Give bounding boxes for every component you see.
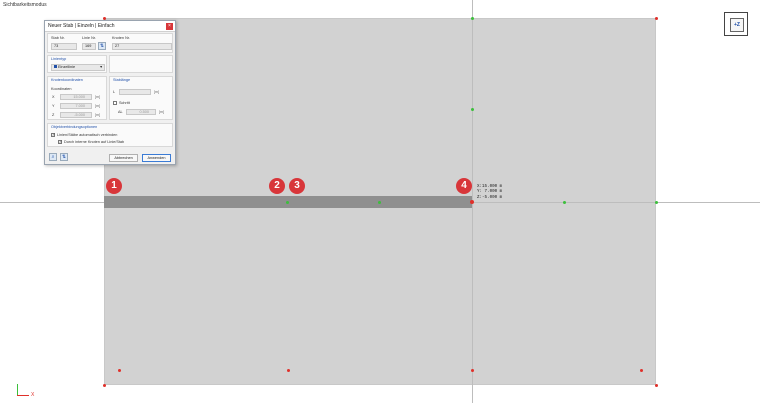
length-unit: [m] (154, 90, 159, 94)
marker-4: 4 (456, 178, 472, 194)
node[interactable] (286, 201, 289, 204)
node[interactable] (287, 369, 290, 372)
marker-1: 1 (106, 178, 122, 194)
node[interactable] (655, 17, 658, 20)
schritt-checkbox[interactable] (113, 101, 117, 105)
dialog-titlebar[interactable]: Neuer Stab | Einzeln | Einfach × (45, 21, 175, 32)
node[interactable] (563, 201, 566, 204)
delta-field[interactable]: 0.500 (126, 109, 156, 115)
delta-unit: [m] (159, 110, 164, 114)
coord-x-axis-label: X (52, 95, 55, 99)
linientyp-select[interactable]: Einzellinie ▾ (51, 64, 105, 71)
cancel-button[interactable]: Abbrechen (109, 154, 138, 162)
view-cube-face-z[interactable]: +Z (730, 18, 744, 32)
node[interactable] (103, 384, 106, 387)
linie-nr-field[interactable]: 169 (82, 43, 96, 50)
marker-3: 3 (289, 178, 305, 194)
auto-connect-checkbox[interactable] (51, 132, 55, 137)
auto-connect-label: Linien/Stäbe automatisch verbinden (57, 133, 118, 137)
internal-nodes-checkbox[interactable] (58, 139, 62, 144)
coord-x-unit: [m] (95, 95, 100, 99)
coord-y-field[interactable]: 7.000 (60, 103, 92, 109)
numbers-group: Stab Nr. 73 Linie Nr. 169 ⇅ Knoten Nr. 2… (47, 33, 173, 53)
objektverbindung-group: Objektverbindungsoptionen Linien/Stäbe a… (47, 123, 173, 147)
visibility-mode-label: Sichtbarkeitsmodus (3, 2, 47, 8)
node[interactable] (470, 200, 474, 204)
coord-z: Z:-5.000 m (477, 195, 503, 200)
new-member-dialog: Neuer Stab | Einzeln | Einfach × Stab Nr… (44, 20, 176, 165)
node[interactable] (118, 369, 121, 372)
knotenkoordinaten-title: Knotenkoordinaten (51, 78, 83, 82)
coord-y-axis-label: Y (52, 104, 55, 108)
pick-icon[interactable]: ⇅ (60, 153, 68, 161)
node[interactable] (471, 108, 474, 111)
pick-line-icon[interactable]: ⇅ (98, 42, 106, 50)
coord-z-field[interactable]: -5.000 (60, 112, 92, 118)
coord-z-axis-label: Z (52, 113, 55, 117)
node[interactable] (655, 384, 658, 387)
coord-y-unit: [m] (95, 104, 100, 108)
linientyp-title: Linientyp (51, 57, 67, 61)
knoten-nr-label: Knoten Nr. (112, 36, 130, 40)
coord-x-field[interactable]: 15.000 (60, 94, 92, 100)
view-cube[interactable]: +Z (724, 12, 748, 36)
close-button[interactable]: × (166, 23, 173, 30)
node[interactable] (655, 201, 658, 204)
node[interactable] (640, 369, 643, 372)
stablaenge-title: Stablänge (113, 78, 131, 82)
linientyp-group: Linientyp Einzellinie ▾ (47, 55, 107, 73)
coord-z-unit: [m] (95, 113, 100, 117)
delta-label: ΔL (118, 110, 123, 114)
koordinaten-label: Koordinaten (51, 87, 72, 91)
schritt-label: Schritt (119, 101, 130, 105)
axis-x-label: X (31, 392, 35, 398)
dialog-title: Neuer Stab | Einzeln | Einfach (48, 23, 115, 29)
marker-2: 2 (269, 178, 285, 194)
chevron-down-icon: ▾ (100, 65, 102, 69)
coord-x: X:15.000 m (477, 185, 503, 189)
line-type-icon (54, 65, 57, 68)
coord-y: Y: 7.000 m (477, 190, 503, 195)
stab-nr-label: Stab Nr. (51, 36, 65, 40)
search-icon[interactable]: ⌕ (49, 153, 57, 161)
linientyp-value: Einzellinie (58, 65, 76, 69)
stablaenge-group: Stablänge L [m] Schritt ΔL 0.500 [m] (109, 76, 173, 120)
stab-nr-field[interactable]: 73 (51, 43, 77, 50)
coordinate-readout: X:15.000 m Y: 7.000 m Z:-5.000 m (477, 185, 502, 201)
node[interactable] (471, 17, 474, 20)
axis-x-indicator (17, 395, 29, 396)
node[interactable] (378, 201, 381, 204)
objektverbindung-title: Objektverbindungsoptionen (51, 125, 98, 129)
linie-nr-label: Linie Nr. (82, 36, 96, 40)
node[interactable] (471, 369, 474, 372)
internal-nodes-label: Durch interne Knoten auf Linie/Stab (64, 140, 125, 144)
knoten-nr-field[interactable]: 27 (112, 43, 172, 50)
apply-button[interactable]: Anwenden (142, 154, 171, 162)
length-field[interactable] (119, 89, 151, 95)
length-label: L (113, 90, 116, 94)
knotenkoordinaten-group: Knotenkoordinaten Koordinaten X 15.000 [… (47, 76, 107, 120)
empty-group (109, 55, 173, 73)
